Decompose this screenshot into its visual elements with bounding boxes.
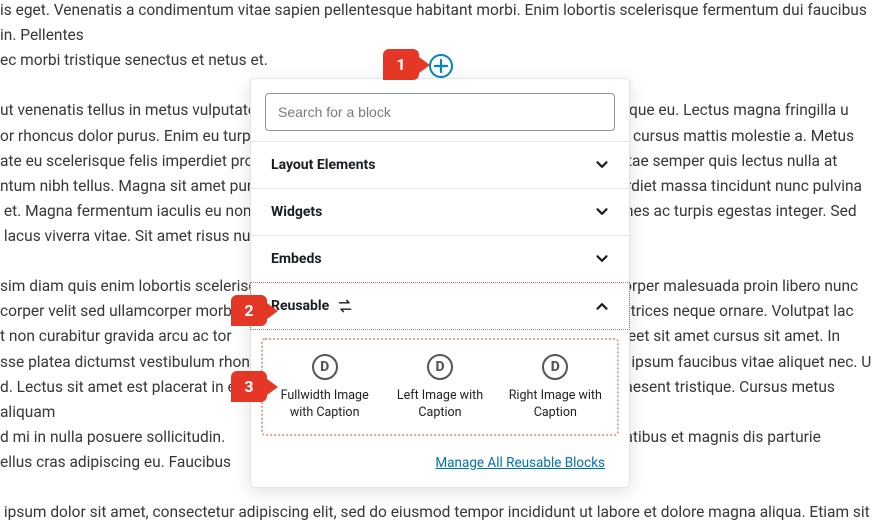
plus-icon bbox=[434, 59, 448, 73]
reusable-blocks-list: D Fullwidth Image with Caption D Left Im… bbox=[261, 338, 619, 436]
block-fullwidth-image-caption[interactable]: D Fullwidth Image with Caption bbox=[268, 352, 382, 424]
block-label: Right Image with Caption bbox=[502, 388, 608, 422]
manage-row: Manage All Reusable Blocks bbox=[251, 442, 629, 487]
annotation-badge-2: 2 bbox=[231, 295, 267, 326]
search-input[interactable] bbox=[265, 93, 615, 131]
category-widgets[interactable]: Widgets bbox=[251, 188, 629, 235]
annotation-badge-3: 3 bbox=[231, 371, 267, 402]
category-embeds[interactable]: Embeds bbox=[251, 235, 629, 282]
add-block-button[interactable] bbox=[429, 54, 453, 78]
category-label: Layout Elements bbox=[271, 157, 375, 173]
chevron-up-icon bbox=[593, 297, 611, 315]
search-container bbox=[251, 79, 629, 141]
category-label: Embeds bbox=[271, 251, 322, 267]
chevron-down-icon bbox=[593, 203, 611, 221]
chevron-down-icon bbox=[593, 156, 611, 174]
block-label: Fullwidth Image with Caption bbox=[272, 388, 378, 422]
block-label: Left Image with Caption bbox=[387, 388, 493, 422]
annotation-badge-1: 1 bbox=[383, 49, 419, 80]
reusable-icon bbox=[337, 298, 353, 314]
chevron-down-icon bbox=[593, 250, 611, 268]
block-right-image-caption[interactable]: D Right Image with Caption bbox=[498, 352, 612, 424]
category-reusable[interactable]: Reusable bbox=[250, 282, 630, 330]
divi-icon: D bbox=[542, 354, 568, 380]
block-inserter-panel: Layout Elements Widgets Embeds Reusable … bbox=[250, 78, 630, 488]
divi-icon: D bbox=[427, 354, 453, 380]
category-label: Widgets bbox=[271, 204, 322, 220]
block-left-image-caption[interactable]: D Left Image with Caption bbox=[383, 352, 497, 424]
category-layout-elements[interactable]: Layout Elements bbox=[251, 141, 629, 188]
manage-reusable-blocks-link[interactable]: Manage All Reusable Blocks bbox=[435, 455, 605, 471]
category-label: Reusable bbox=[271, 298, 329, 314]
divi-icon: D bbox=[312, 354, 338, 380]
